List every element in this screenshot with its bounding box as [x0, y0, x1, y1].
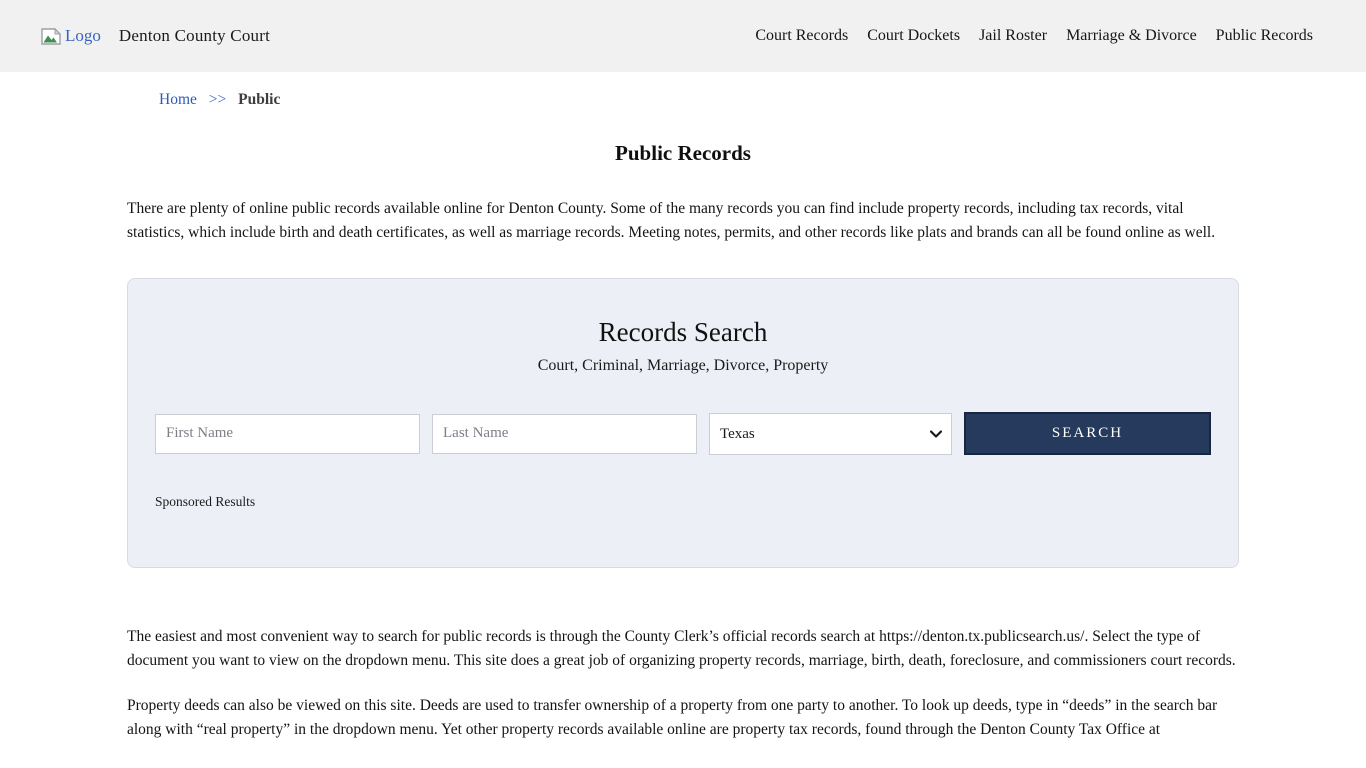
page-title: Public Records — [615, 141, 751, 165]
intro-paragraph: There are plenty of online public record… — [127, 200, 1216, 241]
records-search-title: Records Search — [598, 317, 768, 347]
logo-alt-text: Logo — [65, 26, 101, 45]
records-search-subtitle: Court, Criminal, Marriage, Divorce, Prop… — [537, 357, 829, 374]
breadcrumb-separator: >> — [208, 91, 227, 108]
state-select[interactable]: Texas — [709, 412, 952, 455]
sponsored-results-label: Sponsored Results — [155, 494, 256, 509]
first-name-input[interactable] — [155, 413, 420, 454]
search-button[interactable]: SEARCH — [964, 412, 1211, 455]
clerk-search-paragraph: The easiest and most convenient way to s… — [127, 628, 1236, 669]
state-select-wrap: Texas — [709, 412, 952, 455]
records-search-panel: Records Search Court, Criminal, Marriage… — [127, 278, 1239, 568]
site-logo-link[interactable]: Logo — [40, 26, 101, 46]
breadcrumb-home-link[interactable]: Home — [159, 91, 197, 108]
site-header: Logo Denton County Court Court Records C… — [0, 0, 1366, 72]
site-title: Denton County Court — [118, 26, 271, 45]
main-content: Home >> Public Public Records There are … — [127, 91, 1239, 742]
property-deeds-paragraph: Property deeds can also be viewed on thi… — [127, 697, 1218, 738]
nav-court-records[interactable]: Court Records — [755, 27, 848, 45]
nav-jail-roster[interactable]: Jail Roster — [979, 27, 1047, 45]
broken-image-icon: Logo — [40, 26, 101, 46]
nav-marriage-divorce[interactable]: Marriage & Divorce — [1066, 27, 1197, 45]
broken-image-glyph — [41, 27, 62, 45]
nav-public-records[interactable]: Public Records — [1216, 27, 1313, 45]
main-nav: Court Records Court Dockets Jail Roster … — [755, 27, 1313, 45]
breadcrumb: Home >> Public — [159, 91, 1239, 109]
search-form-row: Texas SEARCH — [155, 412, 1211, 455]
last-name-input[interactable] — [432, 413, 697, 454]
nav-court-dockets[interactable]: Court Dockets — [867, 27, 960, 45]
breadcrumb-current: Public — [238, 91, 281, 108]
